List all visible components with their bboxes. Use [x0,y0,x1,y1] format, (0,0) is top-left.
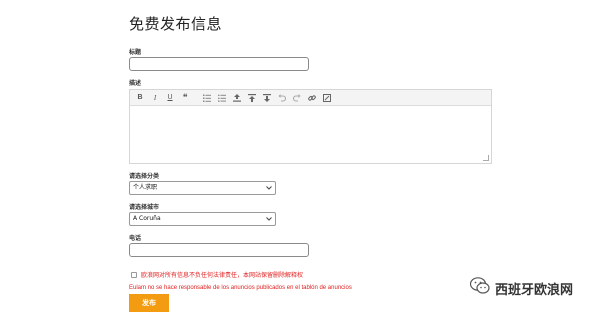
city-label: 请选择城市 [129,204,160,211]
category-label: 请选择分类 [129,173,160,180]
align-left-icon[interactable] [231,92,243,104]
editor-toolbar: B I U ❝ [130,90,491,106]
underline-icon[interactable]: U [164,92,176,104]
page-title: 免费发布信息 [129,15,223,33]
description-label: 描述 [129,80,142,87]
phone-input[interactable] [129,243,309,257]
bold-icon[interactable]: B [134,92,146,104]
category-selected-value: 个人求职 [133,184,158,191]
quote-icon[interactable]: ❝ [179,92,191,104]
agree-checkbox[interactable] [131,272,137,278]
unordered-list-icon[interactable] [216,92,228,104]
watermark: 西班牙欧浪网 [469,277,574,300]
title-label: 标题 [129,49,142,56]
chevron-down-icon [266,213,272,229]
phone-label: 电话 [129,235,142,242]
unlink-icon[interactable] [321,92,333,104]
disclaimer-cn: 欧浪网对所有信息不负任何法律责任，本网站保留删除解释权 [141,272,304,279]
chevron-down-icon [266,182,272,198]
redo-icon[interactable] [291,92,303,104]
city-selected-value: A Coruña [133,215,161,222]
disclaimer-es: Eulam no se hace responsable de los anun… [129,285,352,291]
ordered-list-icon[interactable] [201,92,213,104]
description-editor[interactable]: B I U ❝ [129,89,492,164]
title-input[interactable] [129,57,309,71]
undo-icon[interactable] [276,92,288,104]
align-center-icon[interactable] [246,92,258,104]
publish-button[interactable]: 发布 [129,294,169,312]
resize-handle[interactable] [483,155,489,161]
link-icon[interactable] [306,92,318,104]
wechat-icon [469,277,490,300]
align-right-icon[interactable] [261,92,273,104]
city-select[interactable]: A Coruña [129,212,276,226]
category-select[interactable]: 个人求职 [129,181,276,195]
watermark-text: 西班牙欧浪网 [495,283,574,298]
italic-icon[interactable]: I [149,92,161,104]
